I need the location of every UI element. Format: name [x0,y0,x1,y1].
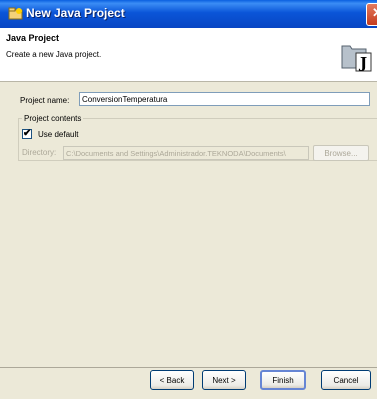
wizard-header: Java Project Create a new Java project. … [0,28,377,82]
title-bar[interactable]: New Java Project ✕ [0,0,377,28]
page-description: Create a new Java project. [6,50,102,59]
directory-label: Directory: [22,148,57,157]
footer-divider [0,367,377,368]
close-button[interactable]: ✕ [366,3,377,26]
close-icon: ✕ [372,5,377,21]
directory-input[interactable]: C:\Documents and Settings\Administrador.… [63,146,309,160]
finish-button[interactable]: Finish [260,370,306,390]
use-default-checkbox[interactable]: ✔ [22,128,32,139]
page-title: Java Project [6,33,60,43]
wizard-content: Project name: ConversionTemperatura Proj… [0,82,377,367]
project-name-label: Project name: [20,96,70,105]
java-project-icon [8,7,23,20]
use-default-label[interactable]: Use default [38,130,78,139]
next-button[interactable]: Next > [202,370,246,390]
java-folder-icon: J [341,45,372,72]
cancel-button[interactable]: Cancel [321,370,371,390]
checkmark-icon: ✔ [23,128,32,139]
project-contents-title: Project contents [22,114,84,123]
window-title: New Java Project [26,6,125,20]
project-name-input[interactable]: ConversionTemperatura [79,92,370,106]
browse-button[interactable]: Browse... [313,145,369,161]
back-button[interactable]: < Back [150,370,194,390]
banner-letter: J [358,54,367,72]
